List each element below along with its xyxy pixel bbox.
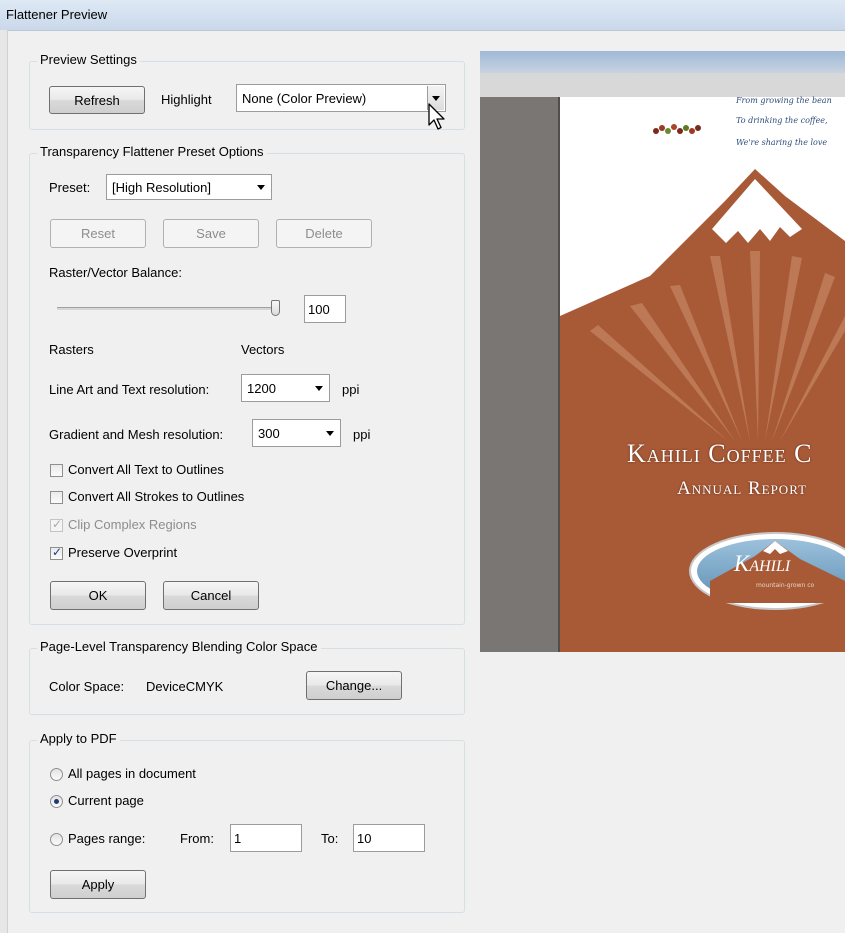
chevron-down-icon[interactable] [320,420,340,446]
reset-button[interactable]: Reset [50,219,146,248]
save-button[interactable]: Save [163,219,259,248]
tagline-line-1: From growing the bean [736,96,832,105]
preview-sidebar [480,97,558,652]
to-label: To: [321,831,339,846]
pages-range-label[interactable]: Pages range: [68,831,145,846]
from-page-input[interactable]: 1 [230,824,302,852]
convert-strokes-label[interactable]: Convert All Strokes to Outlines [68,489,244,504]
flattener-preview-pane[interactable]: From growing the bean To drinking the co… [480,51,845,652]
ok-button[interactable]: OK [50,581,146,610]
vectors-label: Vectors [241,342,285,357]
preset-label: Preset: [49,180,91,195]
highlight-select-value: None (Color Preview) [242,90,367,106]
color-space-label: Color Space: [49,679,125,694]
raster-vector-balance-input[interactable]: 100 [304,295,346,323]
preview-sidebar-edge [558,97,560,652]
to-page-input[interactable]: 10 [353,824,425,852]
preview-settings-group: Preview Settings Refresh Highlight None … [29,52,465,130]
group-title: Apply to PDF [37,731,120,746]
chevron-down-icon[interactable] [309,375,329,401]
tagline-line-3: We're sharing the love [736,138,828,147]
all-pages-radio[interactable] [50,768,63,781]
line-art-resolution-value: 1200 [247,380,276,396]
current-page-radio[interactable] [50,795,63,808]
window-left-border [0,30,8,933]
gradient-mesh-resolution-label: Gradient and Mesh resolution: [49,427,224,442]
group-title: Page-Level Transparency Blending Color S… [37,639,321,654]
preview-top-bar [480,51,845,73]
from-label: From: [180,831,214,846]
title-bar: Flattener Preview [0,0,845,31]
raster-vector-balance-label: Raster/Vector Balance: [49,265,182,280]
window-title: Flattener Preview [6,7,108,22]
gradient-mesh-resolution-select[interactable]: 300 [252,419,341,447]
clip-complex-regions-checkbox[interactable] [50,517,63,532]
preset-options-group: Transparency Flattener Preset Options Pr… [29,144,465,625]
color-space-value: DeviceCMYK [146,679,224,694]
line-art-resolution-select[interactable]: 1200 [241,374,330,402]
convert-strokes-checkbox[interactable] [50,491,63,504]
raster-vector-slider-track[interactable] [57,307,276,310]
line-art-resolution-label: Line Art and Text resolution: [49,382,210,397]
convert-text-label[interactable]: Convert All Text to Outlines [68,462,224,477]
logo-subtext: mountain-grown co [756,582,815,589]
current-page-label[interactable]: Current page [68,793,144,808]
delete-button[interactable]: Delete [276,219,372,248]
raster-vector-slider-thumb[interactable] [271,300,280,316]
change-color-space-button[interactable]: Change... [306,671,402,700]
all-pages-label[interactable]: All pages in document [68,766,196,781]
highlight-select[interactable]: None (Color Preview) [236,84,446,112]
highlight-label: Highlight [161,92,212,107]
preset-select-value: [High Resolution] [112,179,211,195]
group-title: Preview Settings [37,52,140,67]
line-art-unit-label: ppi [342,382,360,397]
mouse-cursor-icon [428,103,445,130]
apply-to-pdf-group: Apply to PDF All pages in document Curre… [29,731,465,913]
convert-text-checkbox[interactable] [50,464,63,477]
preserve-overprint-checkbox[interactable] [50,545,63,560]
clip-complex-regions-label[interactable]: Clip Complex Regions [68,517,197,532]
chevron-down-icon[interactable] [251,175,271,199]
refresh-button[interactable]: Refresh [49,86,145,114]
blending-color-space-group: Page-Level Transparency Blending Color S… [29,639,465,715]
preset-select[interactable]: [High Resolution] [106,174,272,200]
cancel-button[interactable]: Cancel [163,581,259,610]
group-title: Transparency Flattener Preset Options [37,144,267,159]
company-title: Kahili Coffee C [627,439,813,468]
gradient-mesh-unit-label: ppi [353,427,371,442]
rasters-label: Rasters [49,342,94,357]
report-title: Annual Report [677,478,808,499]
gradient-mesh-resolution-value: 300 [258,425,280,441]
pages-range-radio[interactable] [50,833,63,846]
apply-button[interactable]: Apply [50,870,146,899]
preview-gap-bar [480,73,845,97]
preserve-overprint-label[interactable]: Preserve Overprint [68,545,177,560]
tagline-line-2: To drinking the coffee, [736,116,828,125]
logo-text: Kahili [734,551,791,576]
